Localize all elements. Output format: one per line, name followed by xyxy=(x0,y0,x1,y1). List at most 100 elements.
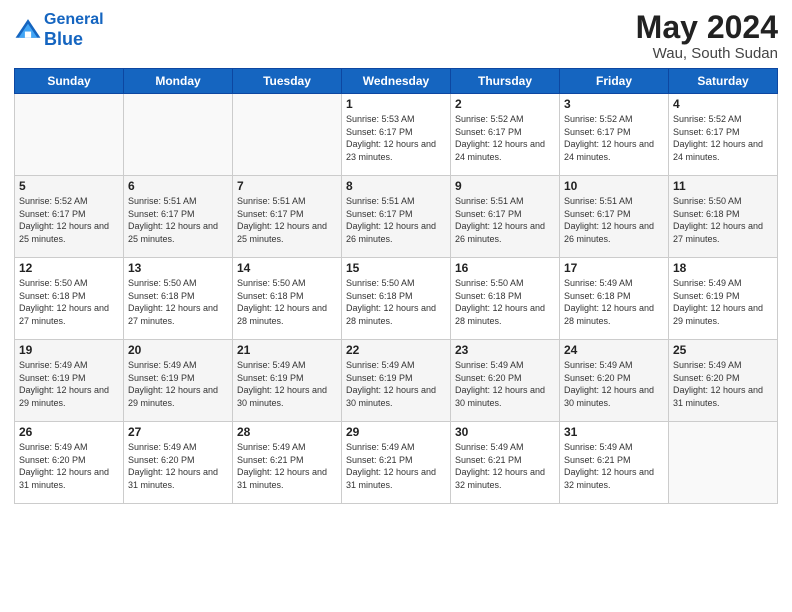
logo-line1: General xyxy=(44,11,104,28)
day-number: 23 xyxy=(455,343,555,357)
header: General Blue May 2024 Wau, South Sudan xyxy=(14,10,778,62)
calendar-cell: 1 Sunrise: 5:53 AMSunset: 6:17 PMDaylight… xyxy=(342,94,451,176)
day-number: 24 xyxy=(564,343,664,357)
calendar-cell: 18 Sunrise: 5:49 AMSunset: 6:19 PMDayligh… xyxy=(669,258,778,340)
day-info: Sunrise: 5:49 AMSunset: 6:21 PMDaylight:… xyxy=(346,441,446,491)
day-info: Sunrise: 5:50 AMSunset: 6:18 PMDaylight:… xyxy=(128,277,228,327)
calendar-cell: 6 Sunrise: 5:51 AMSunset: 6:17 PMDaylight… xyxy=(124,176,233,258)
day-number: 14 xyxy=(237,261,337,275)
day-number: 26 xyxy=(19,425,119,439)
day-number: 28 xyxy=(237,425,337,439)
location: Wau, South Sudan xyxy=(636,45,778,62)
calendar-week-row: 12 Sunrise: 5:50 AMSunset: 6:18 PMDayligh… xyxy=(15,258,778,340)
title-block: May 2024 Wau, South Sudan xyxy=(636,10,778,62)
calendar-cell: 10 Sunrise: 5:51 AMSunset: 6:17 PMDayligh… xyxy=(560,176,669,258)
logo-icon xyxy=(14,16,42,44)
calendar-cell: 26 Sunrise: 5:49 AMSunset: 6:20 PMDayligh… xyxy=(15,422,124,504)
day-info: Sunrise: 5:49 AMSunset: 6:20 PMDaylight:… xyxy=(455,359,555,409)
calendar-cell: 7Sunrise: 5:51 AMSunset: 6:17 PMDaylight… xyxy=(233,176,342,258)
day-number: 27 xyxy=(128,425,228,439)
day-number: 22 xyxy=(346,343,446,357)
day-number: 16 xyxy=(455,261,555,275)
day-info: Sunrise: 5:50 AMSunset: 6:18 PMDaylight:… xyxy=(673,195,773,245)
day-number: 29 xyxy=(346,425,446,439)
calendar-week-row: 1 Sunrise: 5:53 AMSunset: 6:17 PMDaylight… xyxy=(15,94,778,176)
weekday-header: Monday xyxy=(124,69,233,94)
logo-text: General Blue xyxy=(44,10,104,51)
weekday-header: Saturday xyxy=(669,69,778,94)
calendar-week-row: 26 Sunrise: 5:49 AMSunset: 6:20 PMDayligh… xyxy=(15,422,778,504)
day-number: 21 xyxy=(237,343,337,357)
day-number: 18 xyxy=(673,261,773,275)
day-number: 3 xyxy=(564,97,664,111)
calendar-cell: 16Sunrise: 5:50 AMSunset: 6:18 PMDayligh… xyxy=(451,258,560,340)
calendar-cell: 9Sunrise: 5:51 AMSunset: 6:17 PMDaylight… xyxy=(451,176,560,258)
day-info: Sunrise: 5:49 AMSunset: 6:19 PMDaylight:… xyxy=(237,359,337,409)
calendar-cell: 28 Sunrise: 5:49 AMSunset: 6:21 PMDayligh… xyxy=(233,422,342,504)
calendar-cell: 11 Sunrise: 5:50 AMSunset: 6:18 PMDayligh… xyxy=(669,176,778,258)
calendar-cell: 21 Sunrise: 5:49 AMSunset: 6:19 PMDayligh… xyxy=(233,340,342,422)
day-info: Sunrise: 5:52 AMSunset: 6:17 PMDaylight:… xyxy=(19,195,119,245)
calendar-cell: 17Sunrise: 5:49 AMSunset: 6:18 PMDayligh… xyxy=(560,258,669,340)
day-info: Sunrise: 5:49 AMSunset: 6:20 PMDaylight:… xyxy=(564,359,664,409)
day-number: 6 xyxy=(128,179,228,193)
logo-line2: Blue xyxy=(44,29,83,49)
day-number: 10 xyxy=(564,179,664,193)
calendar-cell: 13Sunrise: 5:50 AMSunset: 6:18 PMDayligh… xyxy=(124,258,233,340)
calendar-cell: 24 Sunrise: 5:49 AMSunset: 6:20 PMDayligh… xyxy=(560,340,669,422)
calendar-cell: 20Sunrise: 5:49 AMSunset: 6:19 PMDayligh… xyxy=(124,340,233,422)
day-info: Sunrise: 5:52 AMSunset: 6:17 PMDaylight:… xyxy=(564,113,664,163)
calendar-cell: 3 Sunrise: 5:52 AMSunset: 6:17 PMDaylight… xyxy=(560,94,669,176)
calendar-cell xyxy=(669,422,778,504)
calendar-cell: 30 Sunrise: 5:49 AMSunset: 6:21 PMDayligh… xyxy=(451,422,560,504)
day-info: Sunrise: 5:53 AMSunset: 6:17 PMDaylight:… xyxy=(346,113,446,163)
day-info: Sunrise: 5:49 AMSunset: 6:19 PMDaylight:… xyxy=(673,277,773,327)
calendar-cell: 8 Sunrise: 5:51 AMSunset: 6:17 PMDaylight… xyxy=(342,176,451,258)
calendar-cell: 5Sunrise: 5:52 AMSunset: 6:17 PMDaylight… xyxy=(15,176,124,258)
calendar-cell: 29 Sunrise: 5:49 AMSunset: 6:21 PMDayligh… xyxy=(342,422,451,504)
calendar-week-row: 5Sunrise: 5:52 AMSunset: 6:17 PMDaylight… xyxy=(15,176,778,258)
day-info: Sunrise: 5:49 AMSunset: 6:19 PMDaylight:… xyxy=(128,359,228,409)
calendar-cell: 31Sunrise: 5:49 AMSunset: 6:21 PMDayligh… xyxy=(560,422,669,504)
logo: General Blue xyxy=(14,10,104,51)
day-number: 25 xyxy=(673,343,773,357)
calendar-cell xyxy=(233,94,342,176)
day-info: Sunrise: 5:49 AMSunset: 6:21 PMDaylight:… xyxy=(455,441,555,491)
day-number: 7 xyxy=(237,179,337,193)
calendar-cell xyxy=(15,94,124,176)
day-info: Sunrise: 5:50 AMSunset: 6:18 PMDaylight:… xyxy=(19,277,119,327)
calendar-cell: 14Sunrise: 5:50 AMSunset: 6:18 PMDayligh… xyxy=(233,258,342,340)
day-info: Sunrise: 5:51 AMSunset: 6:17 PMDaylight:… xyxy=(128,195,228,245)
weekday-header: Wednesday xyxy=(342,69,451,94)
day-info: Sunrise: 5:52 AMSunset: 6:17 PMDaylight:… xyxy=(673,113,773,163)
calendar-week-row: 19Sunrise: 5:49 AMSunset: 6:19 PMDayligh… xyxy=(15,340,778,422)
calendar-cell: 23 Sunrise: 5:49 AMSunset: 6:20 PMDayligh… xyxy=(451,340,560,422)
day-info: Sunrise: 5:49 AMSunset: 6:18 PMDaylight:… xyxy=(564,277,664,327)
weekday-header: Sunday xyxy=(15,69,124,94)
calendar-cell: 12 Sunrise: 5:50 AMSunset: 6:18 PMDayligh… xyxy=(15,258,124,340)
day-number: 15 xyxy=(346,261,446,275)
day-info: Sunrise: 5:50 AMSunset: 6:18 PMDaylight:… xyxy=(346,277,446,327)
day-number: 8 xyxy=(346,179,446,193)
day-number: 12 xyxy=(19,261,119,275)
month-title: May 2024 xyxy=(636,10,778,45)
calendar-cell: 27Sunrise: 5:49 AMSunset: 6:20 PMDayligh… xyxy=(124,422,233,504)
page: General Blue May 2024 Wau, South Sudan S… xyxy=(0,0,792,612)
calendar-header-row: SundayMondayTuesdayWednesdayThursdayFrid… xyxy=(15,69,778,94)
day-info: Sunrise: 5:51 AMSunset: 6:17 PMDaylight:… xyxy=(346,195,446,245)
day-info: Sunrise: 5:49 AMSunset: 6:21 PMDaylight:… xyxy=(237,441,337,491)
day-number: 2 xyxy=(455,97,555,111)
calendar-cell: 19Sunrise: 5:49 AMSunset: 6:19 PMDayligh… xyxy=(15,340,124,422)
day-info: Sunrise: 5:49 AMSunset: 6:20 PMDaylight:… xyxy=(673,359,773,409)
day-info: Sunrise: 5:49 AMSunset: 6:20 PMDaylight:… xyxy=(19,441,119,491)
day-number: 11 xyxy=(673,179,773,193)
day-info: Sunrise: 5:49 AMSunset: 6:19 PMDaylight:… xyxy=(19,359,119,409)
calendar-cell: 2Sunrise: 5:52 AMSunset: 6:17 PMDaylight… xyxy=(451,94,560,176)
day-info: Sunrise: 5:51 AMSunset: 6:17 PMDaylight:… xyxy=(564,195,664,245)
weekday-header: Thursday xyxy=(451,69,560,94)
day-info: Sunrise: 5:49 AMSunset: 6:19 PMDaylight:… xyxy=(346,359,446,409)
day-number: 30 xyxy=(455,425,555,439)
day-number: 1 xyxy=(346,97,446,111)
calendar-cell: 22 Sunrise: 5:49 AMSunset: 6:19 PMDayligh… xyxy=(342,340,451,422)
weekday-header: Friday xyxy=(560,69,669,94)
